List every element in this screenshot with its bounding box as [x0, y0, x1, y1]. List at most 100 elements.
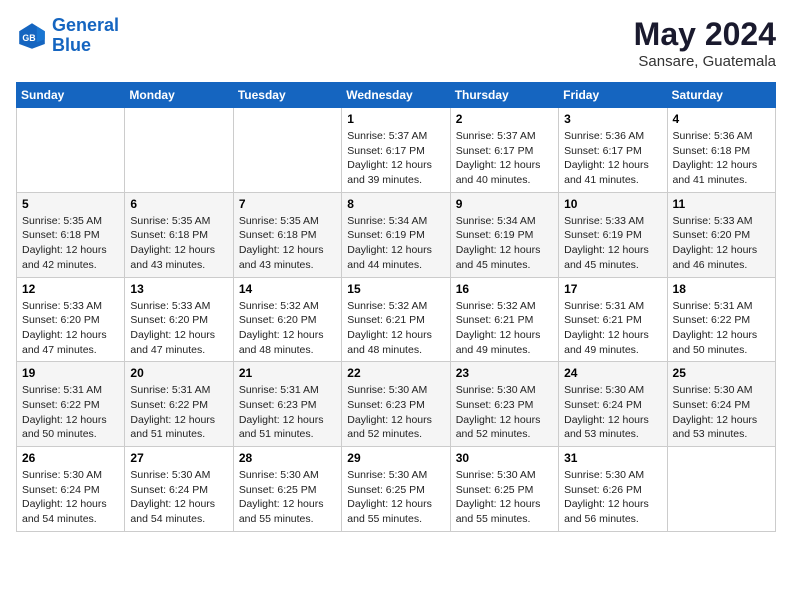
col-saturday: Saturday: [667, 83, 775, 108]
day-info: Sunrise: 5:34 AM Sunset: 6:19 PM Dayligh…: [347, 214, 444, 273]
day-number: 12: [22, 282, 119, 296]
calendar-cell: 23Sunrise: 5:30 AM Sunset: 6:23 PM Dayli…: [450, 362, 558, 447]
calendar-cell: 8 Sunrise: 5:34 AM Sunset: 6:19 PM Daylig…: [342, 192, 450, 277]
week-row-4: 19 Sunrise: 5:31 AM Sunset: 6:22 PM Dayli…: [17, 362, 776, 447]
calendar-cell: 13 Sunrise: 5:33 AM Sunset: 6:20 PM Dayli…: [125, 277, 233, 362]
day-number: 31: [564, 451, 661, 465]
day-number: 10: [564, 197, 661, 211]
calendar-cell: 7 Sunrise: 5:35 AM Sunset: 6:18 PM Daylig…: [233, 192, 341, 277]
col-sunday: Sunday: [17, 83, 125, 108]
day-info: Sunrise: 5:31 AM Sunset: 6:22 PM Dayligh…: [130, 383, 227, 442]
day-number: 28: [239, 451, 336, 465]
month-year-title: May 2024: [634, 16, 776, 53]
calendar-cell: 12 Sunrise: 5:33 AM Sunset: 6:20 PM Dayli…: [17, 277, 125, 362]
day-number: 30: [456, 451, 553, 465]
title-block: May 2024 Sansare, Guatemala: [634, 16, 776, 70]
day-number: 16: [456, 282, 553, 296]
calendar-cell: 1Sunrise: 5:37 AM Sunset: 6:17 PM Daylig…: [342, 108, 450, 193]
calendar-cell: 9 Sunrise: 5:34 AM Sunset: 6:19 PM Daylig…: [450, 192, 558, 277]
calendar-cell: 6 Sunrise: 5:35 AM Sunset: 6:18 PM Daylig…: [125, 192, 233, 277]
week-row-5: 26 Sunrise: 5:30 AM Sunset: 6:24 PM Dayli…: [17, 447, 776, 532]
day-info: Sunrise: 5:35 AM Sunset: 6:18 PM Dayligh…: [239, 214, 336, 273]
calendar-cell: 31 Sunrise: 5:30 AM Sunset: 6:26 PM Dayli…: [559, 447, 667, 532]
day-info: Sunrise: 5:35 AM Sunset: 6:18 PM Dayligh…: [22, 214, 119, 273]
week-row-2: 5 Sunrise: 5:35 AM Sunset: 6:18 PM Daylig…: [17, 192, 776, 277]
calendar-cell: 14Sunrise: 5:32 AM Sunset: 6:20 PM Dayli…: [233, 277, 341, 362]
day-number: 29: [347, 451, 444, 465]
day-number: 24: [564, 366, 661, 380]
day-number: 8: [347, 197, 444, 211]
calendar-cell: 18Sunrise: 5:31 AM Sunset: 6:22 PM Dayli…: [667, 277, 775, 362]
calendar-cell: 28 Sunrise: 5:30 AM Sunset: 6:25 PM Dayli…: [233, 447, 341, 532]
day-info: Sunrise: 5:30 AM Sunset: 6:25 PM Dayligh…: [456, 468, 553, 527]
day-info: Sunrise: 5:34 AM Sunset: 6:19 PM Dayligh…: [456, 214, 553, 273]
calendar-cell: [233, 108, 341, 193]
day-number: 18: [673, 282, 770, 296]
calendar-cell: 15 Sunrise: 5:32 AM Sunset: 6:21 PM Dayli…: [342, 277, 450, 362]
day-number: 26: [22, 451, 119, 465]
week-row-3: 12 Sunrise: 5:33 AM Sunset: 6:20 PM Dayli…: [17, 277, 776, 362]
calendar-cell: 17Sunrise: 5:31 AM Sunset: 6:21 PM Dayli…: [559, 277, 667, 362]
calendar-cell: 4 Sunrise: 5:36 AM Sunset: 6:18 PM Daylig…: [667, 108, 775, 193]
day-number: 20: [130, 366, 227, 380]
calendar-cell: [17, 108, 125, 193]
day-info: Sunrise: 5:37 AM Sunset: 6:17 PM Dayligh…: [456, 129, 553, 188]
day-info: Sunrise: 5:30 AM Sunset: 6:25 PM Dayligh…: [239, 468, 336, 527]
logo-icon: GB: [16, 20, 48, 52]
day-info: Sunrise: 5:33 AM Sunset: 6:20 PM Dayligh…: [673, 214, 770, 273]
calendar-table: Sunday Monday Tuesday Wednesday Thursday…: [16, 82, 776, 532]
calendar-cell: 11Sunrise: 5:33 AM Sunset: 6:20 PM Dayli…: [667, 192, 775, 277]
calendar-cell: [125, 108, 233, 193]
day-info: Sunrise: 5:33 AM Sunset: 6:20 PM Dayligh…: [22, 299, 119, 358]
day-number: 21: [239, 366, 336, 380]
svg-text:GB: GB: [22, 33, 35, 43]
day-info: Sunrise: 5:30 AM Sunset: 6:25 PM Dayligh…: [347, 468, 444, 527]
day-number: 9: [456, 197, 553, 211]
day-number: 1: [347, 112, 444, 126]
calendar-cell: 2Sunrise: 5:37 AM Sunset: 6:17 PM Daylig…: [450, 108, 558, 193]
calendar-cell: 24 Sunrise: 5:30 AM Sunset: 6:24 PM Dayli…: [559, 362, 667, 447]
calendar-cell: 5 Sunrise: 5:35 AM Sunset: 6:18 PM Daylig…: [17, 192, 125, 277]
day-number: 15: [347, 282, 444, 296]
calendar-cell: [667, 447, 775, 532]
day-info: Sunrise: 5:31 AM Sunset: 6:23 PM Dayligh…: [239, 383, 336, 442]
day-info: Sunrise: 5:35 AM Sunset: 6:18 PM Dayligh…: [130, 214, 227, 273]
day-number: 5: [22, 197, 119, 211]
day-info: Sunrise: 5:36 AM Sunset: 6:18 PM Dayligh…: [673, 129, 770, 188]
day-info: Sunrise: 5:32 AM Sunset: 6:21 PM Dayligh…: [347, 299, 444, 358]
day-info: Sunrise: 5:30 AM Sunset: 6:26 PM Dayligh…: [564, 468, 661, 527]
calendar-cell: 27Sunrise: 5:30 AM Sunset: 6:24 PM Dayli…: [125, 447, 233, 532]
day-info: Sunrise: 5:30 AM Sunset: 6:24 PM Dayligh…: [130, 468, 227, 527]
calendar-cell: 20 Sunrise: 5:31 AM Sunset: 6:22 PM Dayli…: [125, 362, 233, 447]
day-number: 4: [673, 112, 770, 126]
day-number: 13: [130, 282, 227, 296]
day-number: 25: [673, 366, 770, 380]
day-number: 7: [239, 197, 336, 211]
col-thursday: Thursday: [450, 83, 558, 108]
col-monday: Monday: [125, 83, 233, 108]
day-info: Sunrise: 5:30 AM Sunset: 6:23 PM Dayligh…: [456, 383, 553, 442]
day-info: Sunrise: 5:36 AM Sunset: 6:17 PM Dayligh…: [564, 129, 661, 188]
logo: GB General Blue: [16, 16, 119, 56]
day-info: Sunrise: 5:30 AM Sunset: 6:23 PM Dayligh…: [347, 383, 444, 442]
day-info: Sunrise: 5:31 AM Sunset: 6:22 PM Dayligh…: [22, 383, 119, 442]
day-number: 3: [564, 112, 661, 126]
day-info: Sunrise: 5:31 AM Sunset: 6:21 PM Dayligh…: [564, 299, 661, 358]
calendar-cell: 30 Sunrise: 5:30 AM Sunset: 6:25 PM Dayli…: [450, 447, 558, 532]
day-info: Sunrise: 5:33 AM Sunset: 6:20 PM Dayligh…: [130, 299, 227, 358]
day-info: Sunrise: 5:30 AM Sunset: 6:24 PM Dayligh…: [564, 383, 661, 442]
week-row-1: 1 Sunrise: 5:37 AM Sunset: 6:17 PM Daylig…: [17, 108, 776, 193]
day-number: 22: [347, 366, 444, 380]
day-info: Sunrise: 5:30 AM Sunset: 6:24 PM Dayligh…: [673, 383, 770, 442]
day-info: Sunrise: 5:33 AM Sunset: 6:19 PM Dayligh…: [564, 214, 661, 273]
day-number: 6: [130, 197, 227, 211]
calendar-cell: 19 Sunrise: 5:31 AM Sunset: 6:22 PM Dayli…: [17, 362, 125, 447]
day-info: Sunrise: 5:30 AM Sunset: 6:24 PM Dayligh…: [22, 468, 119, 527]
calendar-cell: 21 Sunrise: 5:31 AM Sunset: 6:23 PM Dayli…: [233, 362, 341, 447]
calendar-cell: 22 Sunrise: 5:30 AM Sunset: 6:23 PM Dayli…: [342, 362, 450, 447]
day-number: 19: [22, 366, 119, 380]
calendar-cell: 29 Sunrise: 5:30 AM Sunset: 6:25 PM Dayli…: [342, 447, 450, 532]
col-tuesday: Tuesday: [233, 83, 341, 108]
day-number: 14: [239, 282, 336, 296]
col-wednesday: Wednesday: [342, 83, 450, 108]
